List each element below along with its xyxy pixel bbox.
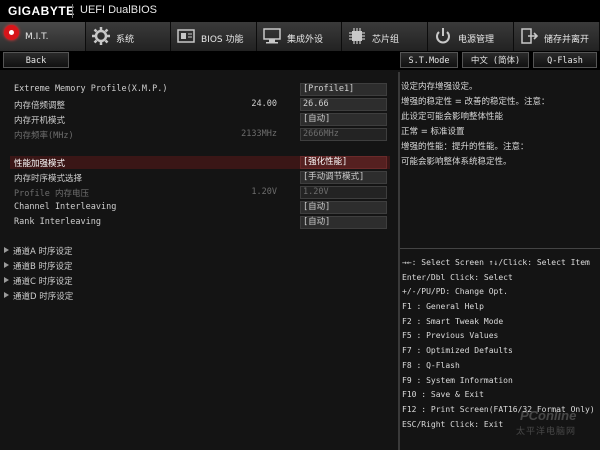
setting-value: 2666MHz bbox=[300, 128, 387, 141]
setting-label: 内存频率(MHz) bbox=[14, 131, 74, 141]
help-divider bbox=[400, 248, 600, 249]
bios-icon bbox=[177, 29, 195, 43]
tab-label: BIOS 功能 bbox=[201, 35, 244, 45]
language-button[interactable]: 中文 (简体) bbox=[462, 52, 529, 68]
expand-arrow-icon bbox=[4, 262, 9, 268]
setting-label: Extreme Memory Profile(X.M.P.) bbox=[14, 84, 168, 94]
watermark-logo: PConline bbox=[520, 408, 577, 423]
expand-arrow-icon bbox=[4, 247, 9, 253]
tab-label: 芯片组 bbox=[372, 35, 400, 45]
key-help-line: F5 : Previous Values bbox=[402, 331, 499, 341]
group-label: 通道B 时序设定 bbox=[13, 262, 73, 272]
back-button[interactable]: Back bbox=[3, 52, 69, 68]
help-line: 此设定可能会影响整体性能 bbox=[401, 112, 504, 122]
mit-icon bbox=[4, 25, 19, 40]
setting-label: 内存开机模式 bbox=[14, 116, 66, 126]
setting-label: 内存时序模式选择 bbox=[14, 174, 83, 184]
title-bar: GIGABYTE UEFI DualBIOS bbox=[0, 0, 600, 23]
help-line: 正常 = 标准设置 bbox=[401, 127, 465, 137]
group-channel-d-timing[interactable]: 通道D 时序设定 bbox=[4, 290, 73, 303]
setting-value[interactable]: [Profile1] bbox=[300, 83, 387, 96]
settings-panel: Extreme Memory Profile(X.M.P.) [Profile1… bbox=[0, 72, 398, 450]
tab-label: 储存并离开 bbox=[544, 35, 590, 45]
key-help-line: F2 : Smart Tweak Mode bbox=[402, 316, 504, 326]
tab-label: 集成外设 bbox=[287, 35, 324, 45]
setting-value[interactable]: [手动调节模式] bbox=[300, 171, 387, 184]
group-label: 通道A 时序设定 bbox=[13, 247, 73, 257]
gear-icon bbox=[92, 27, 110, 45]
power-icon bbox=[436, 28, 450, 44]
panel-divider bbox=[398, 72, 400, 450]
setting-label: Channel Interleaving bbox=[14, 202, 117, 212]
tab-bios-features[interactable]: BIOS 功能 bbox=[171, 22, 257, 51]
st-mode-button[interactable]: S.T.Mode bbox=[400, 52, 458, 68]
help-line: 增强的稳定性 = 改善的稳定性。注意： bbox=[401, 97, 550, 107]
expand-arrow-icon bbox=[4, 292, 9, 298]
qflash-button[interactable]: Q-Flash bbox=[533, 52, 597, 68]
key-help-line: →←: Select Screen ↑↓/Click: Select Item bbox=[402, 258, 590, 267]
setting-value: 1.20V bbox=[300, 186, 387, 199]
group-channel-a-timing[interactable]: 通道A 时序设定 bbox=[4, 245, 73, 258]
chipset-icon bbox=[349, 28, 365, 44]
setting-value[interactable]: [自动] bbox=[300, 216, 387, 229]
tab-save-exit[interactable]: 储存并离开 bbox=[514, 22, 600, 51]
setting-label: Profile 内存电压 bbox=[14, 189, 89, 199]
help-panel: 设定内存增强设定。 增强的稳定性 = 改善的稳定性。注意： 此设定可能会影响整体… bbox=[401, 80, 600, 170]
tab-mit[interactable]: M.I.T. bbox=[0, 22, 86, 51]
group-label: 通道C 时序设定 bbox=[13, 277, 73, 287]
setting-current: 1.20V bbox=[251, 187, 277, 197]
tab-power-management[interactable]: 电源管理 bbox=[428, 22, 514, 51]
watermark-text: 太平洋电脑网 bbox=[516, 427, 577, 437]
group-label: 通道D 时序设定 bbox=[13, 292, 74, 302]
help-line: 增强的性能：提升的性能。注意： bbox=[401, 142, 529, 152]
brand-divider bbox=[72, 4, 73, 18]
help-line: 可能会影响整体系统稳定性。 bbox=[401, 157, 512, 167]
help-line: 设定内存增强设定。 bbox=[401, 82, 478, 92]
setting-current: 2133MHz bbox=[241, 129, 277, 139]
group-channel-b-timing[interactable]: 通道B 时序设定 bbox=[4, 260, 73, 273]
key-help-line: F9 : System Information bbox=[402, 375, 513, 385]
setting-value[interactable]: 26.66 bbox=[300, 98, 387, 111]
bios-subtitle: UEFI DualBIOS bbox=[80, 4, 158, 16]
tab-label: M.I.T. bbox=[25, 32, 49, 42]
sub-toolbar: Back S.T.Mode 中文 (简体) Q-Flash bbox=[0, 51, 600, 70]
tab-label: 电源管理 bbox=[458, 35, 495, 45]
setting-label: 内存倍频调整 bbox=[14, 101, 66, 111]
key-help-line: F8 : Q-Flash bbox=[402, 360, 460, 370]
setting-value[interactable]: [强化性能] bbox=[300, 156, 387, 169]
key-help-line: Enter/Dbl Click: Select bbox=[402, 272, 513, 282]
expand-arrow-icon bbox=[4, 277, 9, 283]
key-help-line: F7 : Optimized Defaults bbox=[402, 346, 513, 356]
key-help-line: +/-/PU/PD: Change Opt. bbox=[402, 287, 508, 297]
tab-system[interactable]: 系统 bbox=[86, 22, 171, 51]
setting-label: 性能加强模式 bbox=[14, 159, 66, 169]
setting-value[interactable]: [自动] bbox=[300, 201, 387, 214]
key-help-line: F10 : Save & Exit bbox=[402, 390, 484, 400]
main-tabs: M.I.T. 系统 BIOS 功能 集成外设 芯片组 电源管理 储存并离开 bbox=[0, 22, 600, 51]
tab-peripherals[interactable]: 集成外设 bbox=[257, 22, 342, 51]
key-help-line: F1 : General Help bbox=[402, 302, 484, 312]
peripherals-icon bbox=[263, 28, 281, 44]
brand-logo: GIGABYTE bbox=[8, 4, 75, 18]
tab-chipset[interactable]: 芯片组 bbox=[342, 22, 428, 51]
exit-icon bbox=[521, 28, 539, 44]
setting-current: 24.00 bbox=[251, 99, 277, 109]
setting-label: Rank Interleaving bbox=[14, 217, 101, 227]
group-channel-c-timing[interactable]: 通道C 时序设定 bbox=[4, 275, 73, 288]
tab-label: 系统 bbox=[116, 35, 135, 45]
setting-value[interactable]: [自动] bbox=[300, 113, 387, 126]
